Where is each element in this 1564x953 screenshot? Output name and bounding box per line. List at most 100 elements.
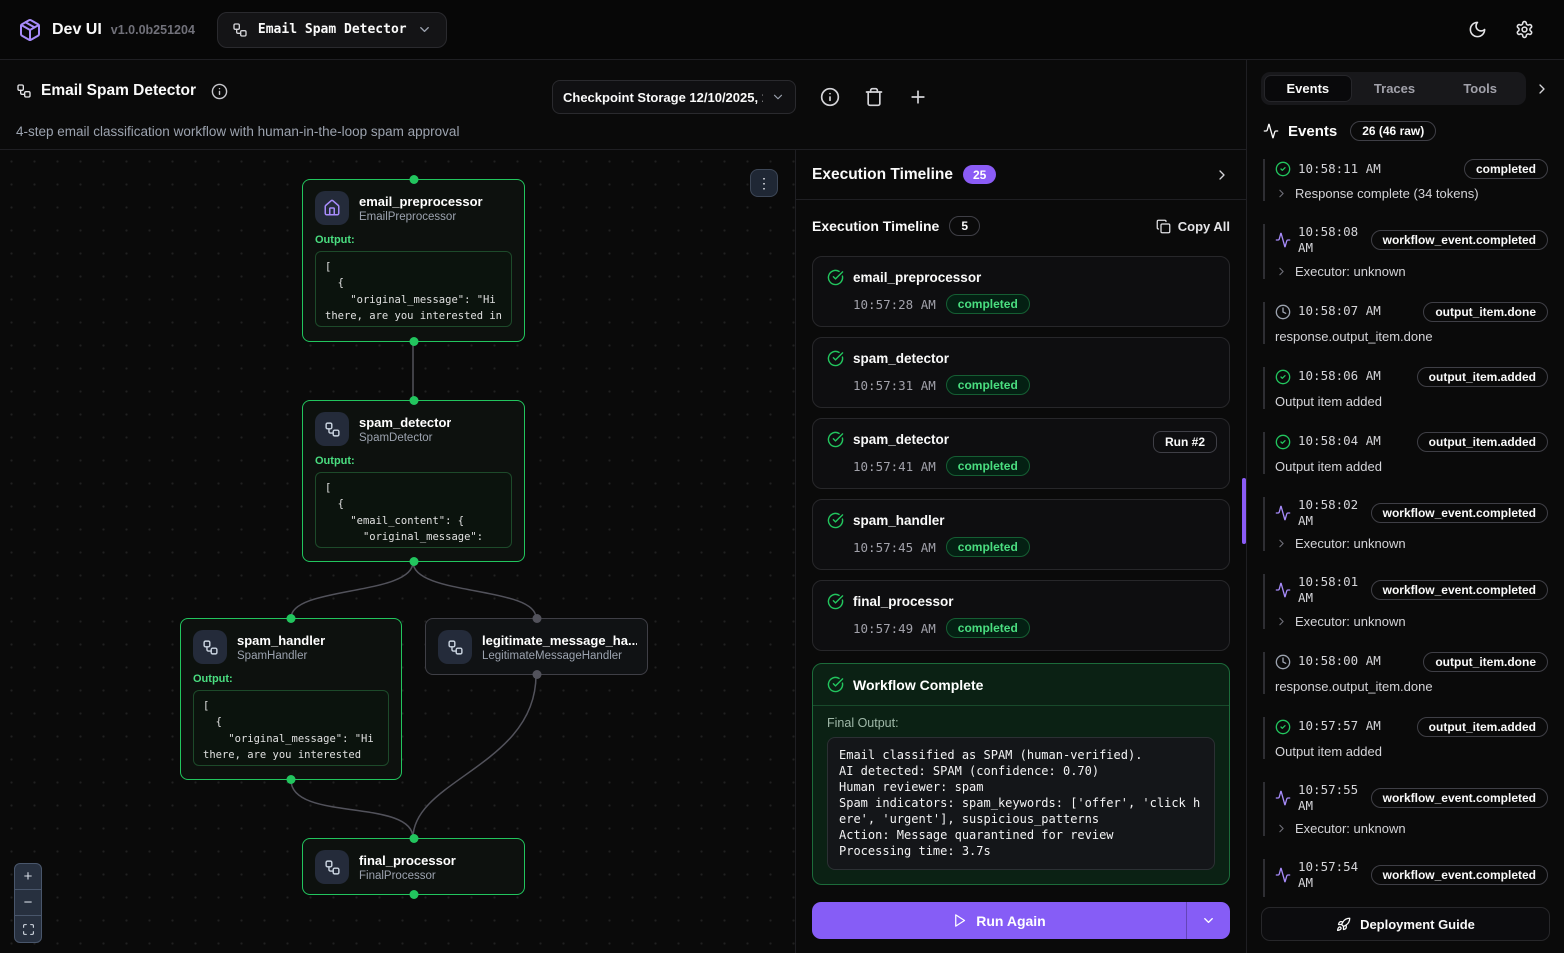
event-time: 10:57:57 AM <box>1298 718 1381 734</box>
step-status-badge: completed <box>946 456 1030 476</box>
event-detail[interactable]: Executor: unknown <box>1275 536 1548 551</box>
event-detail[interactable]: Output item added <box>1275 394 1548 409</box>
node-port-bottom <box>409 337 418 346</box>
event-type-badge: workflow_event.completed <box>1371 230 1548 250</box>
event-time: 10:57:54 AM <box>1298 859 1364 892</box>
tab-events[interactable]: Events <box>1264 75 1352 102</box>
event-item[interactable]: 10:58:04 AM output_item.added Output ite… <box>1263 432 1548 474</box>
run-again-dropdown-button[interactable] <box>1186 902 1230 939</box>
event-detail[interactable]: Response complete (34 tokens) <box>1275 186 1548 201</box>
node-email-preprocessor[interactable]: email_preprocessor EmailPreprocessor Out… <box>302 179 525 342</box>
node-subtitle: FinalProcessor <box>359 870 456 882</box>
node-subtitle: SpamHandler <box>237 650 325 662</box>
node-spam-handler[interactable]: spam_handler SpamHandler Output: [ { "or… <box>180 618 402 780</box>
run-again-button[interactable]: Run Again <box>812 902 1186 939</box>
delete-trash-icon[interactable] <box>864 87 884 107</box>
node-legitimate-message-handler[interactable]: legitimate_message_ha... LegitimateMessa… <box>425 618 648 675</box>
node-output-label: Output: <box>193 673 389 685</box>
play-icon <box>952 913 967 928</box>
checkpoint-info-icon[interactable] <box>820 87 840 107</box>
event-detail[interactable]: response.output_item.done <box>1275 329 1548 344</box>
step-time: 10:57:49 AM <box>853 621 936 636</box>
workflow-icon <box>438 630 472 664</box>
timeline-step-card[interactable]: spam_handler 10:57:45 AM completed <box>812 499 1230 570</box>
event-item[interactable]: 10:58:00 AM output_item.done response.ou… <box>1263 652 1548 694</box>
canvas-menu-button[interactable]: ⋮ <box>750 169 778 197</box>
event-detail[interactable]: Executor: unknown <box>1275 614 1548 629</box>
event-detail[interactable]: Executor: unknown <box>1275 821 1548 836</box>
fit-view-button[interactable] <box>15 916 41 942</box>
step-name: spam_handler <box>853 513 945 528</box>
event-time: 10:58:01 AM <box>1298 574 1364 607</box>
event-time: 10:58:00 AM <box>1298 653 1381 669</box>
execution-timeline-panel: Execution Timeline 25 Execution Timeline… <box>795 150 1246 953</box>
node-port-bottom <box>409 557 418 566</box>
tab-tools[interactable]: Tools <box>1437 75 1523 102</box>
tab-traces[interactable]: Traces <box>1352 75 1438 102</box>
event-detail-text: response.output_item.done <box>1275 329 1433 344</box>
node-spam-detector[interactable]: spam_detector SpamDetector Output: [ { "… <box>302 400 525 562</box>
workflow-selector[interactable]: Email Spam Detector <box>217 12 447 48</box>
event-time: 10:57:55 AM <box>1298 782 1364 815</box>
activity-icon <box>1263 123 1279 139</box>
event-time: 10:58:06 AM <box>1298 368 1381 384</box>
timeline-step-card[interactable]: spam_detector 10:57:31 AM completed <box>812 337 1230 408</box>
circle-check-icon <box>1275 369 1291 385</box>
event-type-badge: output_item.done <box>1423 652 1548 672</box>
event-time: 10:58:07 AM <box>1298 303 1381 319</box>
event-time: 10:58:02 AM <box>1298 497 1364 530</box>
checkpoint-selector[interactable]: Checkpoint Storage 12/10/2025, 10:5 <box>552 80 796 114</box>
copy-all-button[interactable]: Copy All <box>1156 219 1230 234</box>
event-detail[interactable]: Executor: unknown <box>1275 264 1548 279</box>
app-name: Dev UI <box>52 21 102 39</box>
add-plus-icon[interactable] <box>908 87 928 107</box>
event-item[interactable]: 10:57:57 AM output_item.added Output ite… <box>1263 717 1548 759</box>
app-logo-icon <box>18 18 42 42</box>
collapse-chevron-right-icon[interactable] <box>1214 167 1230 183</box>
node-title: spam_detector <box>359 415 451 430</box>
event-type-badge: completed <box>1464 159 1548 179</box>
event-item[interactable]: 10:58:06 AM output_item.added Output ite… <box>1263 367 1548 409</box>
node-port-top <box>409 396 418 405</box>
event-item[interactable]: 10:58:11 AM completed Response complete … <box>1263 159 1548 201</box>
zoom-out-button[interactable]: − <box>15 890 41 916</box>
canvas-zoom-controls: + − <box>14 863 42 943</box>
event-item[interactable]: 10:58:08 AM workflow_event.completed Exe… <box>1263 224 1548 279</box>
event-detail[interactable]: response.output_item.done <box>1275 679 1548 694</box>
event-detail-text: Output item added <box>1275 744 1382 759</box>
event-detail-text: Output item added <box>1275 394 1382 409</box>
activity-icon <box>1275 505 1291 521</box>
event-detail-text: Executor: unknown <box>1295 264 1406 279</box>
event-detail[interactable]: Output item added <box>1275 744 1548 759</box>
event-item[interactable]: 10:58:07 AM output_item.done response.ou… <box>1263 302 1548 344</box>
top-bar: Dev UI v1.0.0b251204 Email Spam Detector <box>0 0 1564 60</box>
timeline-step-card[interactable]: email_preprocessor 10:57:28 AM completed <box>812 256 1230 327</box>
node-port-bottom <box>532 670 541 679</box>
event-item[interactable]: 10:58:02 AM workflow_event.completed Exe… <box>1263 497 1548 552</box>
timeline-step-card[interactable]: Run #2 spam_detector 10:57:41 AM complet… <box>812 418 1230 489</box>
event-type-badge: workflow_event.completed <box>1371 788 1548 808</box>
chevron-right-icon <box>1275 187 1288 200</box>
deployment-guide-button[interactable]: Deployment Guide <box>1261 907 1550 941</box>
settings-gear-icon[interactable] <box>1515 20 1534 39</box>
event-detail-text: Executor: unknown <box>1295 821 1406 836</box>
info-icon[interactable] <box>211 83 228 100</box>
workflow-canvas[interactable]: email_preprocessor EmailPreprocessor Out… <box>0 150 795 953</box>
node-subtitle: LegitimateMessageHandler <box>482 650 637 662</box>
event-item[interactable]: 10:57:55 AM workflow_event.completed Exe… <box>1263 782 1548 837</box>
workflow-header: Email Spam Detector 4-step email classif… <box>0 60 1246 150</box>
step-time: 10:57:41 AM <box>853 459 936 474</box>
step-time: 10:57:31 AM <box>853 378 936 393</box>
event-detail[interactable]: Output item added <box>1275 459 1548 474</box>
event-item[interactable]: 10:58:01 AM workflow_event.completed Exe… <box>1263 574 1548 629</box>
event-time: 10:58:08 AM <box>1298 224 1364 257</box>
theme-toggle-moon-icon[interactable] <box>1468 20 1487 39</box>
event-item[interactable]: 10:57:54 AM workflow_event.completed Exe… <box>1263 859 1548 897</box>
timeline-step-card[interactable]: final_processor 10:57:49 AM completed <box>812 580 1230 651</box>
activity-icon <box>1275 867 1291 883</box>
panel-collapse-chevron-icon[interactable] <box>1534 81 1550 97</box>
node-final-processor[interactable]: final_processor FinalProcessor <box>302 838 525 895</box>
node-title: legitimate_message_ha... <box>482 633 637 648</box>
zoom-in-button[interactable]: + <box>15 864 41 890</box>
node-port-top <box>409 175 418 184</box>
